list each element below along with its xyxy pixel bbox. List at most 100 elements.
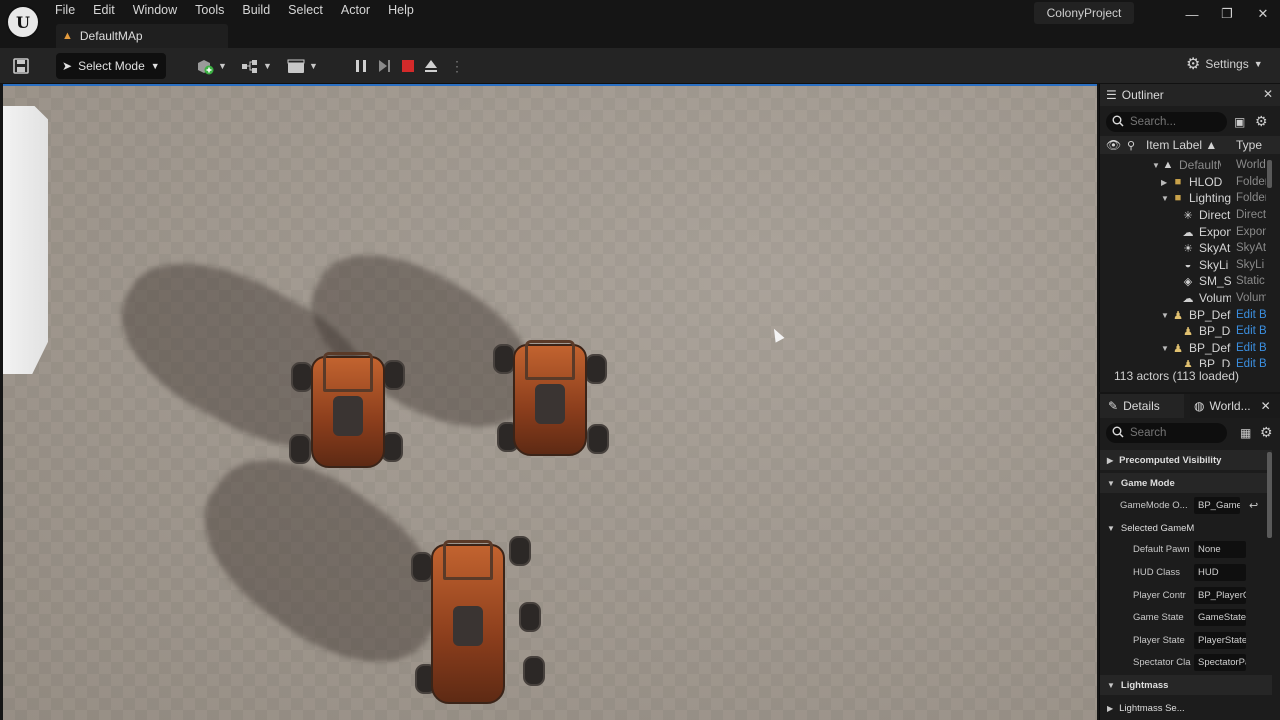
- menu-bar: File Edit Window Tools Build Select Acto…: [46, 0, 423, 22]
- tree-row[interactable]: ♟ BP_De Edit B: [1100, 356, 1272, 367]
- new-folder-icon[interactable]: ▣: [1234, 115, 1245, 129]
- search-icon: [1112, 115, 1124, 130]
- outliner-tree: ▼▲ DefaultMA World ▶■ HLOD Folder ▼■ Lig…: [1100, 157, 1272, 367]
- outliner-header: ☰ Outliner ✕: [1100, 84, 1280, 106]
- gear-icon[interactable]: ⚙: [1255, 113, 1268, 130]
- spectator-class-value[interactable]: SpectatorPa: [1194, 654, 1246, 671]
- edit-blueprint-link[interactable]: Edit B: [1236, 309, 1266, 321]
- level-viewport[interactable]: [3, 84, 1097, 720]
- details-search-input[interactable]: [1130, 427, 1220, 439]
- add-actor-icon[interactable]: ▼: [195, 56, 227, 76]
- details-search[interactable]: [1106, 423, 1227, 443]
- tree-row[interactable]: ▶ ■ HLOD Folder: [1100, 174, 1272, 190]
- tree-row[interactable]: ✳ Direct Direct: [1100, 207, 1272, 223]
- gamemode-value[interactable]: BP_GameM: [1194, 497, 1240, 514]
- tree-row[interactable]: ▼▲ DefaultMA World: [1100, 157, 1272, 173]
- minimize-button[interactable]: —: [1177, 4, 1207, 24]
- close-icon[interactable]: ✕: [1261, 399, 1271, 413]
- blueprint-icon[interactable]: ▼: [240, 56, 272, 76]
- tree-row[interactable]: ♟ BP_De Edit B: [1100, 323, 1272, 339]
- actor-count: 113 actors (113 loaded): [1114, 369, 1239, 383]
- section-precomputed-visibility[interactable]: ▶ Precomputed Visibility: [1100, 450, 1272, 470]
- section-game-mode[interactable]: ▼ Game Mode: [1100, 473, 1272, 493]
- menu-edit[interactable]: Edit: [84, 0, 124, 22]
- prop-player-controller: Player Contr BP_PlayerC: [1100, 585, 1272, 606]
- menu-build[interactable]: Build: [233, 0, 279, 22]
- save-icon[interactable]: [12, 56, 30, 76]
- menu-window[interactable]: Window: [124, 0, 186, 22]
- pin-icon[interactable]: ⚲: [1127, 139, 1135, 152]
- tree-row[interactable]: ▼♟ BP_Defa Edit B: [1100, 340, 1272, 356]
- menu-actor[interactable]: Actor: [332, 0, 379, 22]
- gear-icon[interactable]: ⚙: [1260, 424, 1273, 441]
- prop-game-state: Game State GameStateB: [1100, 607, 1272, 628]
- outliner-search-input[interactable]: [1130, 116, 1220, 128]
- menu-select[interactable]: Select: [279, 0, 332, 22]
- tab-world-label: World...: [1209, 399, 1251, 413]
- eject-icon[interactable]: [423, 56, 439, 76]
- sky-light-icon: ◒: [1184, 259, 1192, 271]
- tree-row[interactable]: ◈ SM_Sk Static: [1100, 273, 1272, 289]
- static-mesh-icon: ◈: [1183, 275, 1193, 288]
- close-icon[interactable]: ✕: [1263, 87, 1273, 101]
- buggy-vehicle[interactable]: [409, 536, 545, 716]
- tree-row[interactable]: ☁ Expon Expon: [1100, 224, 1272, 240]
- section-lightmass[interactable]: ▼ Lightmass: [1100, 675, 1272, 695]
- menu-help[interactable]: Help: [379, 0, 423, 22]
- level-tab[interactable]: ▲ DefaultMAp: [56, 24, 228, 48]
- fog-icon: ☁: [1182, 226, 1194, 239]
- outliner-scrollbar[interactable]: [1267, 160, 1272, 188]
- pawn-icon: ♟: [1183, 358, 1193, 368]
- details-scrollbar[interactable]: [1267, 452, 1272, 538]
- tab-world-settings[interactable]: ◍ World... ✕: [1190, 394, 1280, 418]
- tree-row[interactable]: ☁ Volum Volum: [1100, 290, 1272, 306]
- game-state-value[interactable]: GameStateB: [1194, 609, 1246, 626]
- unreal-logo-icon[interactable]: U: [6, 5, 40, 39]
- outliner-search[interactable]: [1106, 112, 1227, 132]
- menu-tools[interactable]: Tools: [186, 0, 233, 22]
- player-controller-value[interactable]: BP_PlayerC: [1194, 587, 1246, 604]
- buggy-vehicle[interactable]: [289, 348, 407, 476]
- pause-icon[interactable]: [353, 56, 369, 76]
- tree-row[interactable]: ◒ SkyLi SkyLi: [1100, 257, 1272, 273]
- level-tab-label: DefaultMAp: [79, 29, 143, 43]
- cinematics-icon[interactable]: ▼: [286, 56, 318, 76]
- directional-light-icon: ✳: [1183, 209, 1193, 222]
- default-pawn-value[interactable]: None: [1194, 541, 1246, 558]
- pawn-icon: ♟: [1173, 342, 1183, 355]
- stop-icon[interactable]: [400, 56, 416, 76]
- visibility-icon[interactable]: 👁: [1106, 138, 1121, 152]
- cursor-mode-icon: ➤: [62, 59, 73, 73]
- tree-row[interactable]: ☀ SkyAt SkyAt: [1100, 240, 1272, 256]
- tree-row[interactable]: ▼♟ BP_Defa Edit B: [1100, 307, 1272, 323]
- edit-blueprint-link[interactable]: Edit B: [1236, 325, 1266, 337]
- section-selected-gamemode[interactable]: ▼ Selected GameM: [1100, 518, 1272, 538]
- select-mode-label: Select Mode: [78, 59, 145, 73]
- table-view-icon[interactable]: ▦: [1240, 426, 1251, 440]
- player-state-value[interactable]: PlayerState: [1194, 632, 1246, 649]
- hud-class-value[interactable]: HUD: [1194, 564, 1246, 581]
- sky-atmosphere-icon: ☀: [1183, 242, 1193, 255]
- buggy-vehicle[interactable]: [491, 336, 609, 464]
- settings-button[interactable]: ⚙ Settings ▼: [1186, 54, 1263, 74]
- menu-file[interactable]: File: [46, 0, 84, 22]
- select-mode-dropdown[interactable]: ➤ Select Mode ▼: [56, 53, 166, 79]
- column-type[interactable]: Type: [1236, 138, 1262, 152]
- level-icon: ▲: [62, 30, 73, 42]
- close-window-button[interactable]: ✕: [1248, 4, 1278, 24]
- outliner-panel: ☰ Outliner ✕ ▣ ⚙ 👁 ⚲ Item Label ▲ Type ▼…: [1099, 84, 1280, 392]
- edit-blueprint-link[interactable]: Edit B: [1236, 342, 1266, 354]
- search-icon: [1112, 426, 1124, 441]
- edit-blueprint-link[interactable]: Edit B: [1236, 358, 1266, 367]
- column-item-label[interactable]: Item Label ▲: [1146, 138, 1217, 152]
- prop-hud-class: HUD Class HUD: [1100, 562, 1272, 583]
- reset-arrow-icon[interactable]: ↩: [1249, 499, 1258, 512]
- tree-row[interactable]: ▼ ■ Lighting Folder: [1100, 190, 1272, 206]
- tab-details[interactable]: ✎ Details: [1100, 394, 1184, 418]
- world-icon: ▲: [1162, 159, 1174, 171]
- section-lightmass-settings[interactable]: ▶ Lightmass Se...: [1100, 698, 1272, 718]
- maximize-button[interactable]: ❐: [1212, 4, 1242, 24]
- details-panel: ✎ Details ◍ World... ✕ ▦ ⚙ ▶Precomputed …: [1099, 394, 1280, 720]
- more-options-icon[interactable]: ⋮: [450, 56, 464, 76]
- step-frame-icon[interactable]: [376, 56, 392, 76]
